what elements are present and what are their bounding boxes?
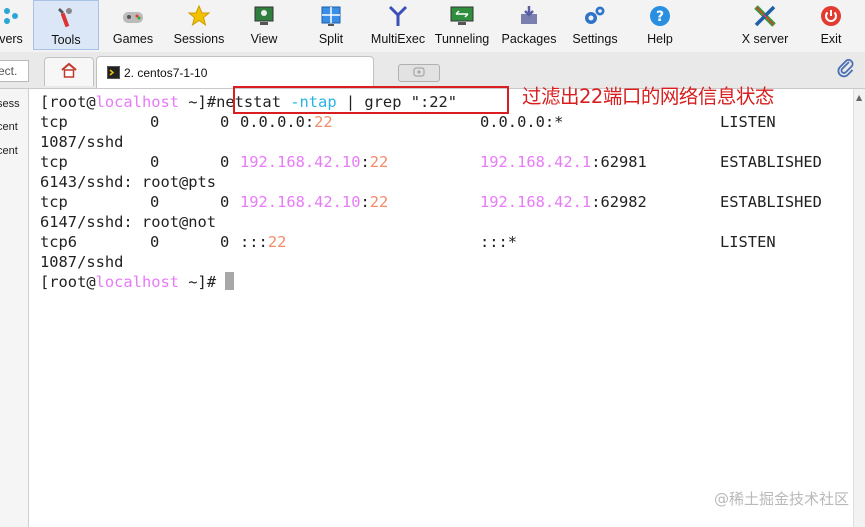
- sessions-sidebar: sess cent cent: [0, 89, 29, 527]
- toolbar-servers-button[interactable]: vers: [0, 0, 28, 50]
- table-row: tcp 0 0 0.0.0.0:22 0.0.0.0:* LISTEN: [40, 113, 776, 131]
- terminal-output[interactable]: [root@localhost ~]#netstat -ntap | grep …: [29, 89, 853, 527]
- sidebar-item[interactable]: cent: [0, 116, 28, 138]
- toolbar-sessions-button[interactable]: Sessions: [168, 0, 230, 50]
- table-row: tcp 0 0 192.168.42.10:22 192.168.42.1:62981 E…: [40, 153, 822, 171]
- watermark: @稀土掘金技术社区: [713, 490, 849, 508]
- process-line: 6147/sshd: root@not: [40, 213, 217, 231]
- sidebar-item[interactable]: sess: [0, 93, 28, 115]
- process-line: 1087/sshd: [40, 253, 124, 271]
- new-tab-button[interactable]: [398, 64, 440, 82]
- quick-connect-text: ect.: [0, 64, 18, 78]
- toolbar-label: Split: [318, 32, 344, 46]
- tunneling-icon: [449, 2, 475, 30]
- table-row: tcp6 0 0:::22:::* LISTEN: [40, 233, 776, 251]
- terminal-scrollbar[interactable]: ▲: [853, 89, 865, 527]
- main-toolbar: vers Tools Games Sessions View Split Mul…: [0, 0, 865, 53]
- toolbar-label: Packages: [501, 32, 557, 46]
- servers-icon: [1, 2, 21, 30]
- toolbar-games-button[interactable]: Games: [104, 0, 162, 50]
- split-icon: [319, 2, 343, 30]
- toolbar-label: Help: [647, 32, 673, 46]
- toolbar-view-button[interactable]: View: [240, 0, 288, 50]
- process-line: 1087/sshd: [40, 133, 124, 151]
- toolbar-tunneling-button[interactable]: Tunneling: [432, 0, 492, 50]
- packages-icon: [517, 2, 541, 30]
- attach-button[interactable]: [837, 58, 855, 82]
- home-tab[interactable]: [44, 57, 94, 86]
- sidebar-item[interactable]: cent: [0, 140, 28, 162]
- gears-icon: [582, 2, 608, 30]
- toolbar-multiexec-button[interactable]: MultiExec: [368, 0, 428, 50]
- tools-icon: [54, 3, 78, 31]
- x-server-icon: [753, 2, 777, 30]
- view-icon: [252, 2, 276, 30]
- toolbar-label: Tunneling: [434, 32, 490, 46]
- help-icon: ?: [648, 2, 672, 30]
- toolbar-label: Sessions: [173, 32, 225, 46]
- toolbar-packages-button[interactable]: Packages: [499, 0, 559, 50]
- terminal-tab-icon: [107, 66, 120, 79]
- toolbar-label: MultiExec: [370, 32, 426, 46]
- process-line: 6143/sshd: root@pts: [40, 173, 217, 191]
- session-tab-label: 2. centos7-1-10: [124, 65, 208, 80]
- power-icon: [819, 2, 843, 30]
- prompt-host: localhost: [95, 93, 180, 111]
- toolbar-help-button[interactable]: ? Help: [639, 0, 681, 50]
- svg-text:?: ?: [656, 9, 664, 25]
- toolbar-tools-button[interactable]: Tools: [33, 0, 99, 50]
- home-icon: [60, 62, 78, 82]
- toolbar-label: View: [250, 32, 278, 46]
- multiexec-icon: [386, 2, 410, 30]
- toolbar-label: Exit: [820, 32, 842, 46]
- annotation-text: 过滤出22端口的网络信息状态: [522, 85, 774, 108]
- toolbar-label: Settings: [572, 32, 618, 46]
- games-icon: [121, 2, 145, 30]
- star-icon: [187, 2, 211, 30]
- command-highlight-box: [233, 86, 509, 114]
- terminal-cursor: [225, 272, 235, 290]
- session-tab-centos[interactable]: 2. centos7-1-10: [96, 56, 374, 88]
- toolbar-label: vers: [0, 32, 23, 46]
- new-tab-icon: [413, 67, 425, 80]
- toolbar-x-server-button[interactable]: X server: [736, 0, 794, 50]
- toolbar-label: Games: [112, 32, 154, 46]
- prompt-line: [root@localhost ~]#: [40, 272, 235, 292]
- quick-connect-input[interactable]: ect.: [0, 60, 29, 82]
- toolbar-label: Tools: [51, 33, 81, 47]
- toolbar-label: X server: [741, 32, 789, 46]
- scroll-up-icon[interactable]: ▲: [856, 93, 862, 102]
- toolbar-exit-button[interactable]: Exit: [812, 0, 850, 50]
- toolbar-settings-button[interactable]: Settings: [567, 0, 623, 50]
- toolbar-split-button[interactable]: Split: [310, 0, 352, 50]
- paperclip-icon: [837, 59, 855, 82]
- table-row: tcp 0 0 192.168.42.10:22 192.168.42.1:62982 E…: [40, 193, 822, 211]
